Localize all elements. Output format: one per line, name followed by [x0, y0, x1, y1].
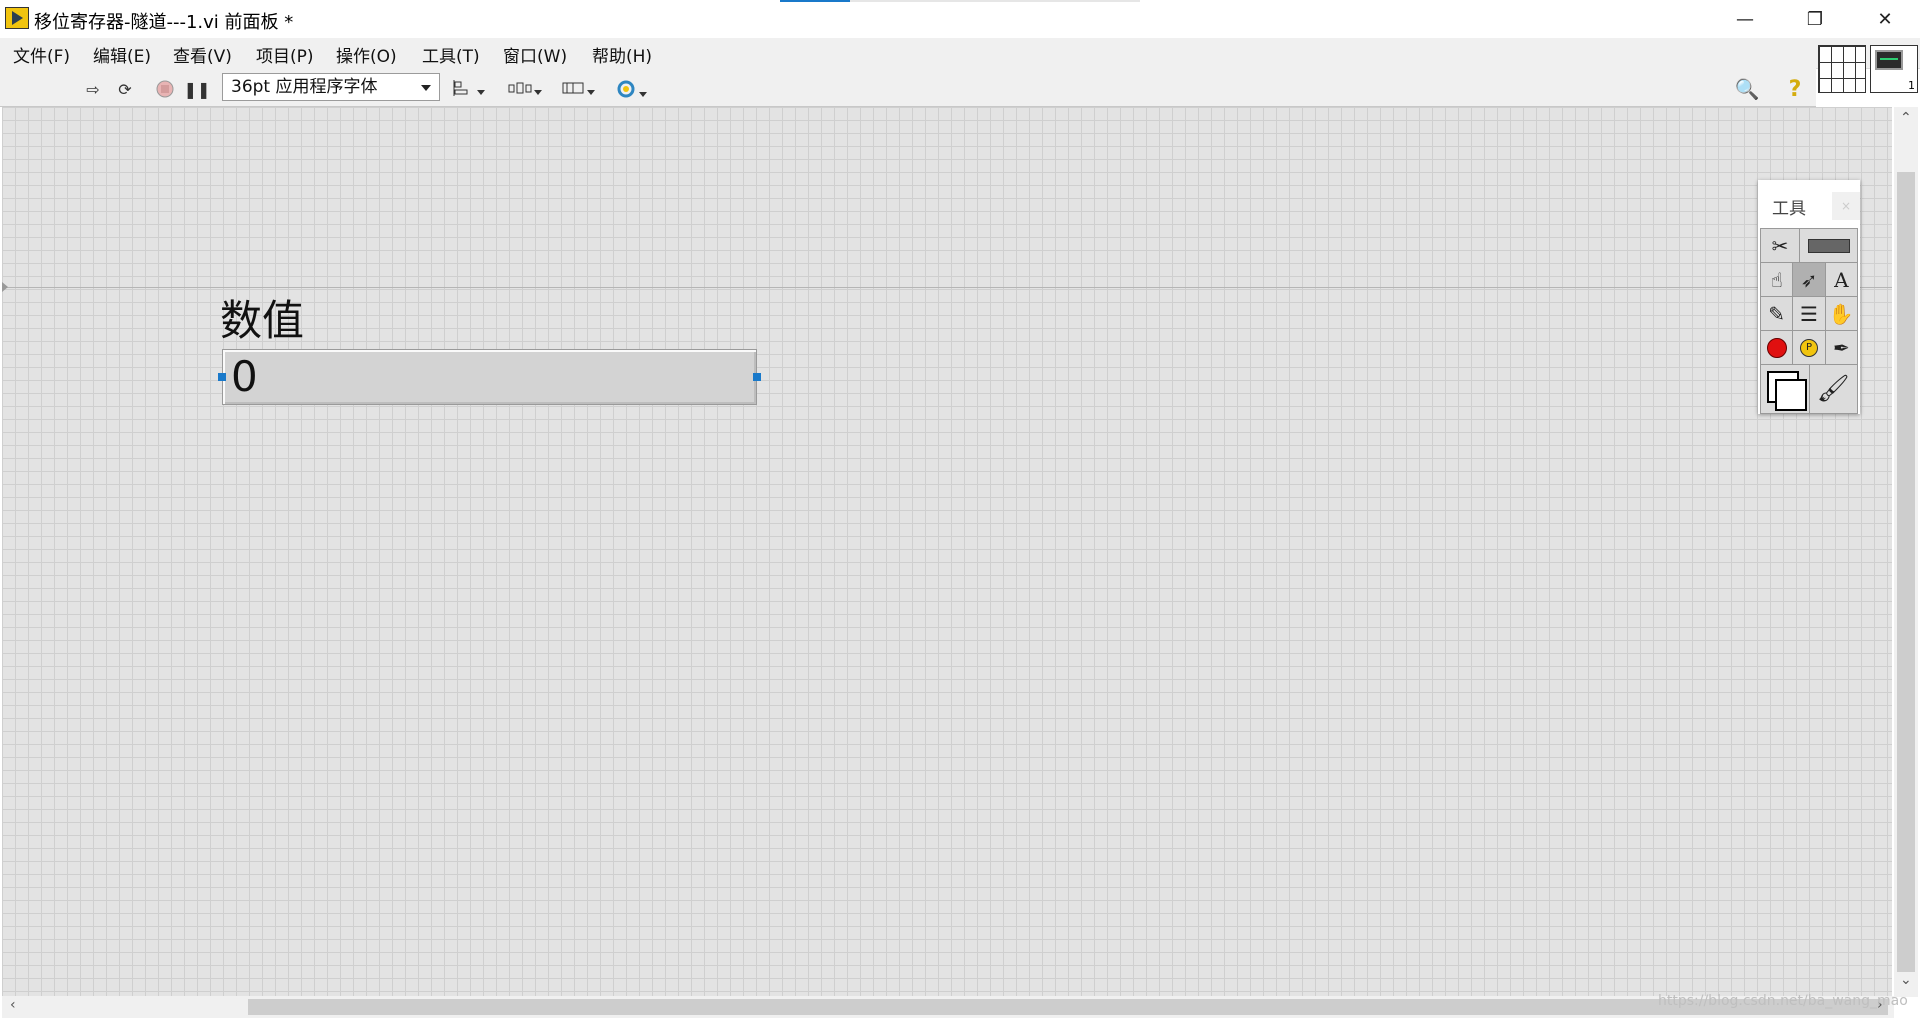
taskbar-accent [780, 0, 850, 2]
scroll-up-icon[interactable]: ⌃ [1900, 110, 1912, 126]
scroll-left-icon[interactable]: ‹ [10, 997, 16, 1013]
resize-handle-right[interactable] [753, 373, 761, 381]
help-icon[interactable]: ? [1784, 77, 1806, 102]
probe-tool-icon[interactable]: P [1793, 331, 1826, 364]
menu-view[interactable]: 查看(V) [173, 42, 232, 67]
menu-edit[interactable]: 编辑(E) [93, 42, 151, 67]
menu-help[interactable]: 帮助(H) [592, 42, 652, 67]
title-bar: 移位寄存器-隧道---1.vi 前面板 * — ❐ ✕ [0, 0, 1920, 38]
auto-tool-icon[interactable]: ✂ [1761, 229, 1800, 262]
chevron-down-icon [421, 85, 431, 91]
tools-palette-close-button[interactable]: × [1832, 192, 1860, 220]
search-icon[interactable]: 🔍 [1735, 77, 1760, 101]
align-objects-icon [453, 80, 468, 96]
menu-project[interactable]: 项目(P) [256, 42, 314, 67]
chevron-down-icon [639, 91, 647, 97]
restore-icon: ❐ [1806, 8, 1824, 30]
tools-grid: ✂ ☝ ➶ A ✎ ☰ ✋ P ✒ 🖌 [1760, 228, 1858, 414]
numeric-control[interactable]: 0 [222, 349, 757, 405]
auto-select-indicator-icon[interactable] [1800, 229, 1857, 262]
reorder-dropdown[interactable] [615, 80, 647, 100]
resize-objects-icon [562, 82, 584, 94]
horizontal-scroll-thumb[interactable] [248, 999, 1888, 1015]
numeric-label[interactable]: 数值 [220, 287, 304, 348]
position-tool-icon[interactable]: ➶ [1793, 263, 1826, 296]
shortcut-menu-tool-icon[interactable]: ☰ [1793, 297, 1826, 330]
get-color-tool-icon[interactable]: ✒ [1826, 331, 1857, 364]
chevron-down-icon [587, 89, 595, 95]
close-icon: × [1840, 199, 1852, 213]
menu-file[interactable]: 文件(F) [13, 42, 70, 67]
resize-objects-dropdown[interactable] [561, 80, 595, 100]
chevron-down-icon [477, 89, 485, 95]
menu-bar: 文件(F) 编辑(E) 查看(V) 项目(P) 操作(O) 工具(T) 窗口(W… [0, 38, 1920, 69]
distribute-objects-dropdown[interactable] [508, 80, 542, 100]
color-swatch-icon[interactable] [1761, 365, 1810, 413]
chevron-down-icon [534, 89, 542, 95]
pause-icon[interactable]: ❚❚ [184, 78, 211, 100]
origin-marker-icon [2, 282, 8, 292]
minimize-icon: — [1736, 8, 1754, 30]
front-panel-canvas[interactable]: 数值 0 [2, 107, 1892, 997]
minimize-button[interactable]: — [1710, 0, 1780, 38]
window-title: 移位寄存器-隧道---1.vi 前面板 * [34, 12, 294, 33]
run-continuously-icon[interactable]: ⟳ [114, 78, 136, 100]
tools-palette: 工具 × ✂ ☝ ➶ A ✎ ☰ ✋ P ✒ 🖌 [1758, 180, 1860, 414]
resize-handle-left[interactable] [218, 373, 226, 381]
menu-tools[interactable]: 工具(T) [422, 42, 480, 67]
font-select[interactable]: 36pt 应用程序字体 [222, 73, 440, 101]
numeric-value[interactable]: 0 [231, 352, 258, 401]
breakpoint-tool-icon[interactable] [1761, 331, 1794, 364]
run-arrow-icon[interactable]: ⇨ [82, 78, 104, 100]
vi-icon-number: 1 [1908, 79, 1915, 92]
set-color-tool-icon[interactable]: 🖌 [1810, 365, 1858, 413]
toolbar: ⇨ ⟳ ❚❚ 36pt 应用程序字体 🔍 ? [0, 68, 1816, 107]
connector-pane[interactable] [1818, 45, 1866, 93]
labview-app-icon [5, 7, 29, 29]
font-select-value: 36pt 应用程序字体 [231, 77, 378, 97]
maximize-button[interactable]: ❐ [1780, 0, 1850, 38]
menu-window[interactable]: 窗口(W) [503, 42, 567, 67]
scroll-tool-icon[interactable]: ✋ [1826, 297, 1857, 330]
operate-value-tool-icon[interactable]: ☝ [1761, 263, 1794, 296]
vi-icon[interactable]: 1 [1870, 45, 1918, 93]
edit-text-tool-icon[interactable]: A [1826, 263, 1857, 296]
align-objects-dropdown[interactable] [453, 80, 485, 100]
close-icon: ✕ [1877, 8, 1893, 30]
monitor-icon [1875, 50, 1903, 70]
menu-operate[interactable]: 操作(O) [336, 42, 397, 67]
distribute-objects-icon [508, 82, 532, 94]
taskbar-accent-rest [850, 0, 1140, 2]
abort-icon[interactable] [154, 78, 176, 100]
tools-palette-title: 工具 [1772, 199, 1806, 219]
reorder-icon [617, 80, 635, 98]
vertical-scroll-thumb[interactable] [1897, 172, 1915, 972]
watermark: https://blog.csdn.net/ba_wang_mao [1658, 993, 1908, 1009]
close-button[interactable]: ✕ [1850, 0, 1920, 38]
connect-wire-tool-icon[interactable]: ✎ [1761, 297, 1794, 330]
scroll-down-icon[interactable]: ⌄ [1900, 972, 1912, 988]
